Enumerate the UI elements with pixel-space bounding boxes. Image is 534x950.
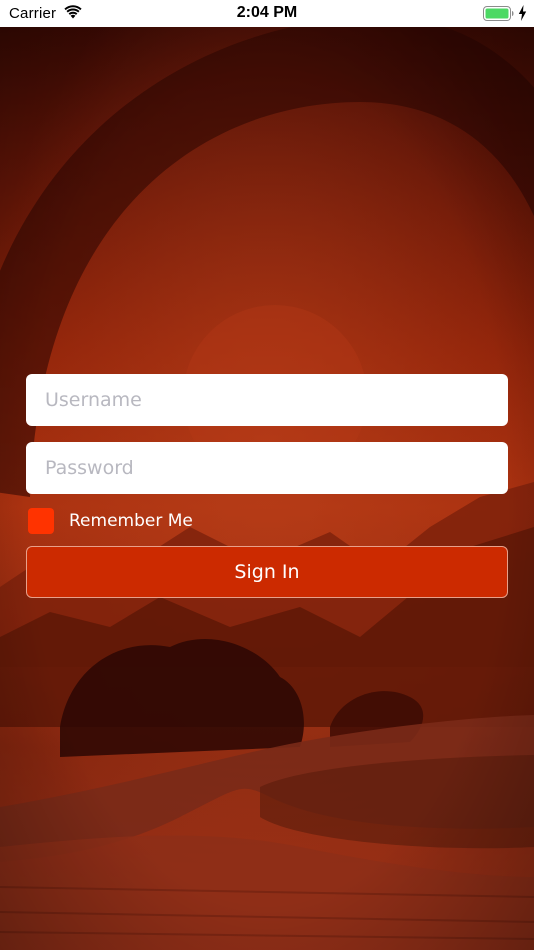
battery-full-icon [483, 6, 514, 21]
remember-me-label: Remember Me [69, 511, 193, 531]
sign-in-button[interactable]: Sign In [26, 546, 508, 598]
login-screen: Carrier 2:04 PM Username Remember Me Sig… [0, 0, 534, 950]
username-input[interactable] [26, 374, 508, 426]
password-input[interactable] [26, 442, 508, 494]
status-time: 2:04 PM [236, 4, 298, 21]
charging-bolt-icon [518, 5, 527, 21]
status-bar: Carrier 2:04 PM [0, 0, 534, 27]
remember-me-row: Remember Me [26, 508, 508, 536]
remember-me-checkbox[interactable] [28, 508, 54, 534]
login-form: Remember Me Sign In [26, 374, 508, 598]
